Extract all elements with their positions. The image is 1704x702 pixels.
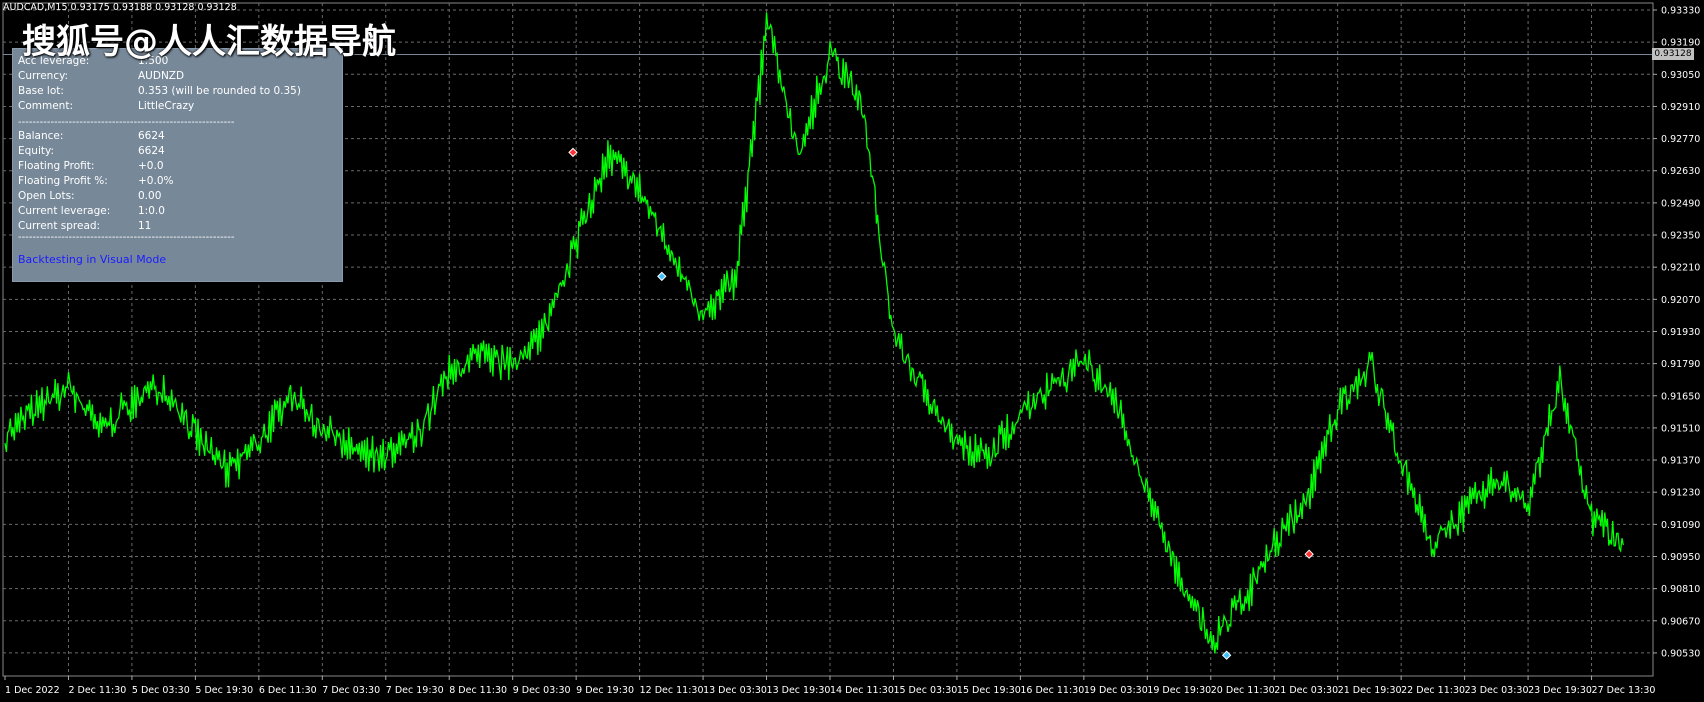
info-label: Comment:	[18, 100, 73, 112]
price-axis: 0.93330 0.93190 0.93050 0.92910 0.92770 0.926…	[1653, 6, 1700, 659]
x-tick-label: 5 Dec 03:30	[132, 685, 190, 696]
info-value: 6624	[138, 130, 165, 142]
info-row: Currency: AUDNZD	[18, 70, 184, 82]
info-row: Base lot: 0.353 (will be rounded to 0.35)	[18, 85, 301, 97]
info-label: Balance:	[18, 130, 64, 142]
backtesting-link[interactable]: Backtesting in Visual Mode	[18, 253, 166, 266]
x-tick-label: 6 Dec 11:30	[259, 685, 317, 696]
x-tick-label: 13 Dec 03:30	[703, 685, 767, 696]
x-tick-label: 23 Dec 19:30	[1528, 685, 1592, 696]
x-tick-label: 21 Dec 19:30	[1338, 685, 1402, 696]
info-separator: ----------------------------------------…	[18, 117, 235, 128]
x-tick-label: 14 Dec 11:30	[830, 685, 894, 696]
info-row: Open Lots: 0.00	[18, 190, 161, 202]
y-tick-label: 0.92070	[1661, 295, 1700, 306]
info-label: Floating Profit:	[18, 160, 95, 172]
y-tick-label: 0.92910	[1661, 102, 1700, 113]
x-tick-label: 7 Dec 03:30	[322, 685, 380, 696]
x-tick-label: 23 Dec 03:30	[1465, 685, 1529, 696]
y-tick-label: 0.90810	[1661, 584, 1700, 595]
x-tick-label: 21 Dec 03:30	[1274, 685, 1338, 696]
info-row: Floating Profit %: +0.0%	[18, 175, 173, 187]
x-tick-label: 19 Dec 03:30	[1084, 685, 1148, 696]
info-value: +0.0%	[138, 175, 174, 187]
info-row: Current spread: 11	[18, 220, 151, 232]
info-value: 11	[138, 220, 152, 232]
info-value: +0.0	[138, 160, 164, 172]
info-label: Base lot:	[18, 85, 64, 97]
info-row: Equity: 6624	[18, 145, 165, 157]
y-tick-label: 0.90530	[1661, 648, 1700, 659]
time-axis: 1 Dec 2022 2 Dec 11:30 5 Dec 03:30 5 Dec 19…	[4, 676, 1656, 696]
x-tick-label: 2 Dec 11:30	[68, 685, 126, 696]
y-tick-label: 0.91650	[1661, 391, 1700, 402]
watermark-text: 搜狐号@人人汇数据导航	[22, 22, 396, 62]
x-tick-label: 27 Dec 13:30	[1592, 685, 1656, 696]
y-tick-label: 0.92210	[1661, 263, 1700, 274]
y-tick-label: 0.92490	[1661, 198, 1700, 209]
x-tick-label: 8 Dec 11:30	[449, 685, 507, 696]
ea-info-panel: Acc leverage: 1:500 Currency: AUDNZD Base lo…	[12, 48, 343, 282]
x-tick-label: 15 Dec 19:30	[957, 685, 1021, 696]
y-tick-label: 0.90670	[1661, 616, 1700, 627]
y-tick-label: 0.91230	[1661, 488, 1700, 499]
y-tick-label: 0.93050	[1661, 70, 1700, 81]
x-tick-label: 12 Dec 11:30	[640, 685, 704, 696]
y-tick-label: 0.90950	[1661, 552, 1700, 563]
info-label: Currency:	[18, 70, 69, 82]
y-tick-label: 0.93330	[1661, 6, 1700, 17]
info-separator: ----------------------------------------…	[18, 232, 235, 243]
y-tick-label: 0.93190	[1661, 38, 1700, 49]
info-row: Floating Profit: +0.0	[18, 160, 164, 172]
info-row: Current leverage: 1:0.0	[18, 205, 165, 217]
x-tick-label: 9 Dec 19:30	[576, 685, 634, 696]
y-tick-label: 0.91370	[1661, 456, 1700, 467]
info-value: AUDNZD	[138, 70, 185, 82]
info-label: Open Lots:	[18, 190, 75, 202]
y-tick-label: 0.92630	[1661, 166, 1700, 177]
current-price-tag: 0.93128	[1652, 48, 1694, 60]
info-value: 0.353 (will be rounded to 0.35)	[138, 85, 301, 97]
x-tick-label: 1 Dec 2022	[5, 685, 60, 696]
x-tick-label: 22 Dec 11:30	[1401, 685, 1465, 696]
y-tick-label: 0.91930	[1661, 327, 1700, 338]
x-tick-label: 15 Dec 03:30	[893, 685, 957, 696]
symbol-info: AUDCAD,M15 0.93175 0.93188 0.93128 0.931…	[3, 2, 237, 13]
info-value: 1:0.0	[138, 205, 165, 217]
x-tick-label: 16 Dec 11:30	[1020, 685, 1084, 696]
y-tick-label: 0.92770	[1661, 134, 1700, 145]
info-label: Current spread:	[18, 220, 101, 232]
info-label: Current leverage:	[18, 205, 111, 217]
y-tick-label: 0.92350	[1661, 231, 1700, 242]
x-tick-label: 7 Dec 19:30	[386, 685, 444, 696]
info-row: Comment: LittleCrazy	[18, 100, 194, 112]
y-tick-label: 0.91790	[1661, 359, 1700, 370]
x-tick-label: 20 Dec 11:30	[1211, 685, 1275, 696]
info-value: 6624	[138, 145, 165, 157]
x-tick-label: 13 Dec 19:30	[767, 685, 831, 696]
x-tick-label: 9 Dec 03:30	[513, 685, 571, 696]
info-value: LittleCrazy	[138, 100, 195, 112]
y-tick-label: 0.91090	[1661, 520, 1700, 531]
x-tick-label: 19 Dec 19:30	[1147, 685, 1211, 696]
info-row: Balance: 6624	[18, 130, 165, 142]
info-value: 0.00	[138, 190, 162, 202]
x-tick-label: 5 Dec 19:30	[195, 685, 253, 696]
info-label: Floating Profit %:	[18, 175, 108, 187]
info-label: Equity:	[18, 145, 54, 157]
y-tick-label: 0.91510	[1661, 423, 1700, 434]
